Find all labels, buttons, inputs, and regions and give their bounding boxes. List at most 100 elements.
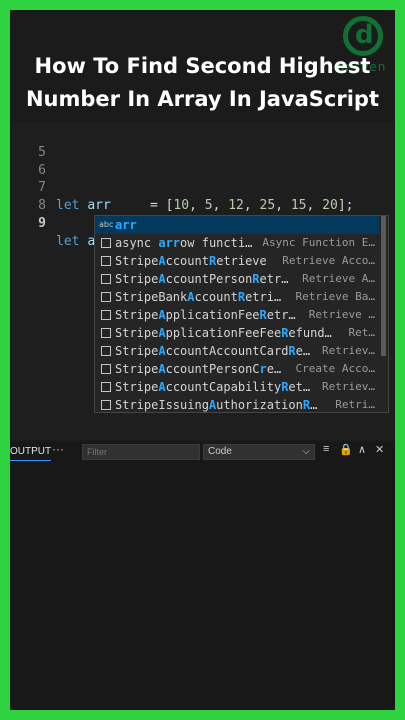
suggestion-text: pplicationFeeFee <box>165 326 282 340</box>
suggestion-detail: Retrieve … <box>308 308 375 321</box>
chevron-up-icon[interactable]: ∧ <box>358 443 366 456</box>
title-line-1: How To Find Second Highest <box>34 54 371 78</box>
suggestion-text: ccountAccountCard <box>165 344 289 358</box>
keyword-let: let <box>56 234 80 249</box>
suggestion-text: Stripe <box>115 326 159 340</box>
filter-field[interactable] <box>82 444 200 460</box>
suggestion-item[interactable]: StripeAccountAccountCardRe… Retriev… <box>95 342 379 360</box>
suggestion-text: ow functi… <box>180 236 253 250</box>
suggestion-detail: Retrieve Ba… <box>295 290 375 303</box>
suggestion-label: StripeAccountPersonCre… <box>115 360 281 378</box>
array-value: 20 <box>322 198 338 213</box>
match-highlight: A <box>158 308 166 322</box>
suggestion-detail: Retriev… <box>322 344 375 357</box>
suggestion-item[interactable]: StripeAccountPersonRetr… Retrieve A… <box>95 270 379 288</box>
snippet-icon <box>101 346 111 356</box>
suggestion-label: StripeAccountPersonRetr… <box>115 270 288 288</box>
array-value: 10 <box>173 198 190 213</box>
snippet-icon <box>101 310 111 320</box>
operator-equals: = <box>149 198 158 213</box>
suggestion-label: StripeApplicationFeeRetr… <box>115 306 296 324</box>
suggestion-item[interactable]: StripeApplicationFeeFeeRefund… Ret… <box>95 324 379 342</box>
suggestion-item[interactable]: StripeBankAccountRetri… Retrieve Ba… <box>95 288 379 306</box>
line-number-active: 9 <box>38 216 46 231</box>
keyword-let: let <box>56 198 80 213</box>
suggestion-item[interactable]: abc arr <box>95 216 379 234</box>
tab-output[interactable]: OUTPUT <box>10 446 52 461</box>
chevron-down-icon: ⌵ <box>302 446 310 457</box>
suggestion-widget[interactable]: abc arr async arrow functi… Async Function … <box>94 215 389 413</box>
suggestion-label: StripeAccountAccountCardRe… <box>115 342 310 360</box>
match-highlight: arr <box>158 236 181 250</box>
array-value: 25 <box>259 198 276 213</box>
snippet-icon <box>101 238 111 248</box>
editor-line-7[interactable]: 7 let arr = [10, 5, 12, 25, 15, 20]; <box>10 161 353 213</box>
suggestion-text: ccount <box>194 290 238 304</box>
snippet-icon <box>101 256 111 266</box>
suggestion-text: … <box>310 398 318 412</box>
suggestion-text: uthorization <box>216 398 303 412</box>
editor-line-8[interactable]: 8 <box>10 179 57 213</box>
filter-input[interactable] <box>83 445 199 459</box>
output-panel: OUTPUT ··· Code ⌵ ≡ 🔒 ∧ ✕ <box>10 442 395 710</box>
array-value: 15 <box>290 198 307 213</box>
abc-icon: abc <box>99 220 114 229</box>
suggestion-item[interactable]: StripeAccountPersonCre… Create Acco… <box>95 360 379 378</box>
match-highlight: A <box>158 344 166 358</box>
match-highlight: A <box>158 326 166 340</box>
suggestion-item[interactable]: StripeAccountRetrieve Retrieve Acco… <box>95 252 379 270</box>
match-highlight: R <box>252 272 260 286</box>
video-frame: d desven How To Find Second Highest Numb… <box>10 10 395 710</box>
suggestion-text: etr… <box>259 272 289 286</box>
separator: , <box>212 198 229 213</box>
lock-icon[interactable]: 🔒 <box>339 443 353 456</box>
suggestion-text: Stripe <box>115 362 159 376</box>
suggestion-detail: Ret… <box>348 326 376 339</box>
suggestion-text: etri… <box>245 290 282 304</box>
match-highlight: A <box>158 272 166 286</box>
match-highlight: R <box>288 344 296 358</box>
suggestion-label: StripeBankAccountRetri… <box>115 288 281 306</box>
suggestion-label: StripeAccountCapabilityRet… <box>115 378 310 396</box>
suggestion-text: StripeBank <box>115 290 188 304</box>
variable-arr: arr <box>87 198 111 213</box>
match-highlight: arr <box>115 218 137 232</box>
code-editor[interactable]: 5 6 7 let arr = [10, 5, 12, 25, 15, 20];… <box>10 122 395 440</box>
editor-line-9[interactable]: 9 let arr <box>10 197 113 250</box>
suggestion-detail: Async Function E… <box>262 236 375 249</box>
suggestion-text: Stripe <box>115 308 159 322</box>
suggestion-text: Stripe <box>115 380 159 394</box>
suggestion-text: Stripe <box>115 344 159 358</box>
list-filter-icon[interactable]: ≡ <box>323 443 329 455</box>
line-code: let arr = [10, 5, 12, 25, 15, 20]; <box>56 197 353 215</box>
suggestion-item[interactable]: StripeIssuingAuthorizationR… Retri… <box>95 396 379 412</box>
suggestion-text: ccountCapability <box>165 380 282 394</box>
suggestion-label: async arrow functi… <box>115 234 252 252</box>
suggestion-text: etrieve <box>216 254 267 268</box>
suggestion-text: async <box>115 236 159 250</box>
suggestion-detail: Retrieve A… <box>302 272 375 285</box>
suggestion-item[interactable]: async arrow functi… Async Function E… <box>95 234 379 252</box>
editor-line-6[interactable]: 6 <box>10 144 57 178</box>
suggestion-text: ccountPerson <box>165 272 253 286</box>
suggestion-label: StripeAccountRetrieve <box>115 252 267 270</box>
suggestion-item[interactable]: StripeApplicationFeeRetr… Retrieve … <box>95 306 379 324</box>
close-icon[interactable]: ✕ <box>375 443 384 456</box>
more-actions-icon[interactable]: ··· <box>52 442 64 456</box>
output-channel-select[interactable]: Code ⌵ <box>203 444 315 460</box>
suggestion-text: etr… <box>266 308 296 322</box>
suggestion-text: pplicationFee <box>165 308 260 322</box>
match-highlight: R <box>302 398 311 412</box>
suggestion-detail: Retrieve Acco… <box>282 254 375 267</box>
separator: , <box>243 198 260 213</box>
suggestion-item[interactable]: StripeAccountCapabilityRet… Retriev… <box>95 378 379 396</box>
suggestion-text: ccountPersonC <box>165 362 260 376</box>
suggestion-text: et… <box>288 380 311 394</box>
editor-line-5[interactable]: 5 <box>10 126 57 160</box>
match-highlight: R <box>237 290 246 304</box>
suggestion-scrollbar[interactable] <box>381 216 386 356</box>
match-highlight: A <box>158 380 166 394</box>
output-channel-value: Code <box>208 446 232 457</box>
suggestion-label: StripeIssuingAuthorizationR… <box>115 396 318 412</box>
match-highlight: R <box>259 308 267 322</box>
